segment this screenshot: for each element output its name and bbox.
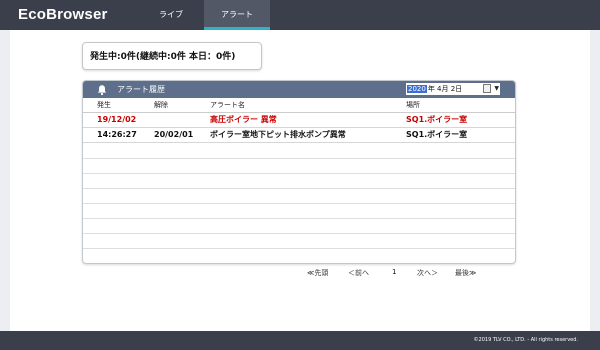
app-logo: EcoBrowser xyxy=(18,6,108,23)
alert-summary-box: 発生中:0件(継続中:0件 本日：0件) xyxy=(82,42,262,70)
column-header-cleared: 解除 xyxy=(154,101,168,109)
copyright-text: ©2019 TLV CO., LTD. - All rights reserve… xyxy=(473,337,578,343)
pagination-current-page: 1 xyxy=(392,268,397,276)
cell-alert-name: ボイラー室地下ピット排水ポンプ異常 xyxy=(210,130,346,139)
cell-cleared: 20/02/01 xyxy=(154,130,194,139)
panel-title: アラート履歴 xyxy=(117,85,165,94)
top-navigation-bar: EcoBrowser ライブ アラート xyxy=(0,0,600,30)
column-header-location: 場所 xyxy=(406,101,420,109)
empty-row xyxy=(83,189,515,204)
table-row[interactable]: 14:26:27 20/02/01 ボイラー室地下ピット排水ポンプ異常 SQ1.… xyxy=(83,128,515,143)
date-year[interactable]: 2020 xyxy=(407,85,427,93)
empty-row xyxy=(83,144,515,159)
pagination-next-link[interactable]: 次へ＞ xyxy=(417,268,438,278)
cell-occurred: 14:26:27 xyxy=(97,130,137,139)
empty-row xyxy=(83,174,515,189)
column-header-alert-name: アラート名 xyxy=(210,101,245,109)
cell-location: SQ1.ボイラー室 xyxy=(406,115,468,124)
cell-occurred: 19/12/02 xyxy=(97,115,137,124)
panel-header: アラート履歴 2020 年 4月 2日 ▼ xyxy=(83,81,515,98)
pagination: ≪先頭 ＜前へ 1 次へ＞ 最後≫ xyxy=(295,268,495,278)
empty-row xyxy=(83,204,515,219)
table-row[interactable]: 19/12/02 高圧ボイラー 異常 SQ1.ボイラー室 xyxy=(83,113,515,128)
calendar-icon[interactable] xyxy=(483,84,491,93)
pagination-last-link[interactable]: 最後≫ xyxy=(455,268,476,278)
alert-history-panel: アラート履歴 2020 年 4月 2日 ▼ 発生 解除 アラート名 場所 19/1… xyxy=(82,80,516,264)
alert-summary-text: 発生中:0件(継続中:0件 本日：0件) xyxy=(90,52,236,62)
tab-alert[interactable]: アラート xyxy=(204,0,270,30)
pagination-prev-link[interactable]: ＜前へ xyxy=(348,268,369,278)
date-picker[interactable]: 2020 年 4月 2日 ▼ xyxy=(406,83,500,95)
empty-row xyxy=(83,234,515,249)
footer-bar: ©2019 TLV CO., LTD. - All rights reserve… xyxy=(0,331,600,350)
empty-row xyxy=(83,219,515,234)
bell-icon xyxy=(97,85,107,96)
tab-live[interactable]: ライブ xyxy=(140,0,202,30)
cell-alert-name: 高圧ボイラー 異常 xyxy=(210,115,277,124)
cell-location: SQ1.ボイラー室 xyxy=(406,130,468,139)
empty-row xyxy=(83,159,515,174)
dropdown-caret-icon[interactable]: ▼ xyxy=(494,83,499,95)
pagination-first-link[interactable]: ≪先頭 xyxy=(307,268,328,278)
column-header-occurred: 発生 xyxy=(97,101,111,109)
table-header: 発生 解除 アラート名 場所 xyxy=(83,98,515,113)
date-month-day[interactable]: 年 4月 2日 xyxy=(428,85,462,93)
